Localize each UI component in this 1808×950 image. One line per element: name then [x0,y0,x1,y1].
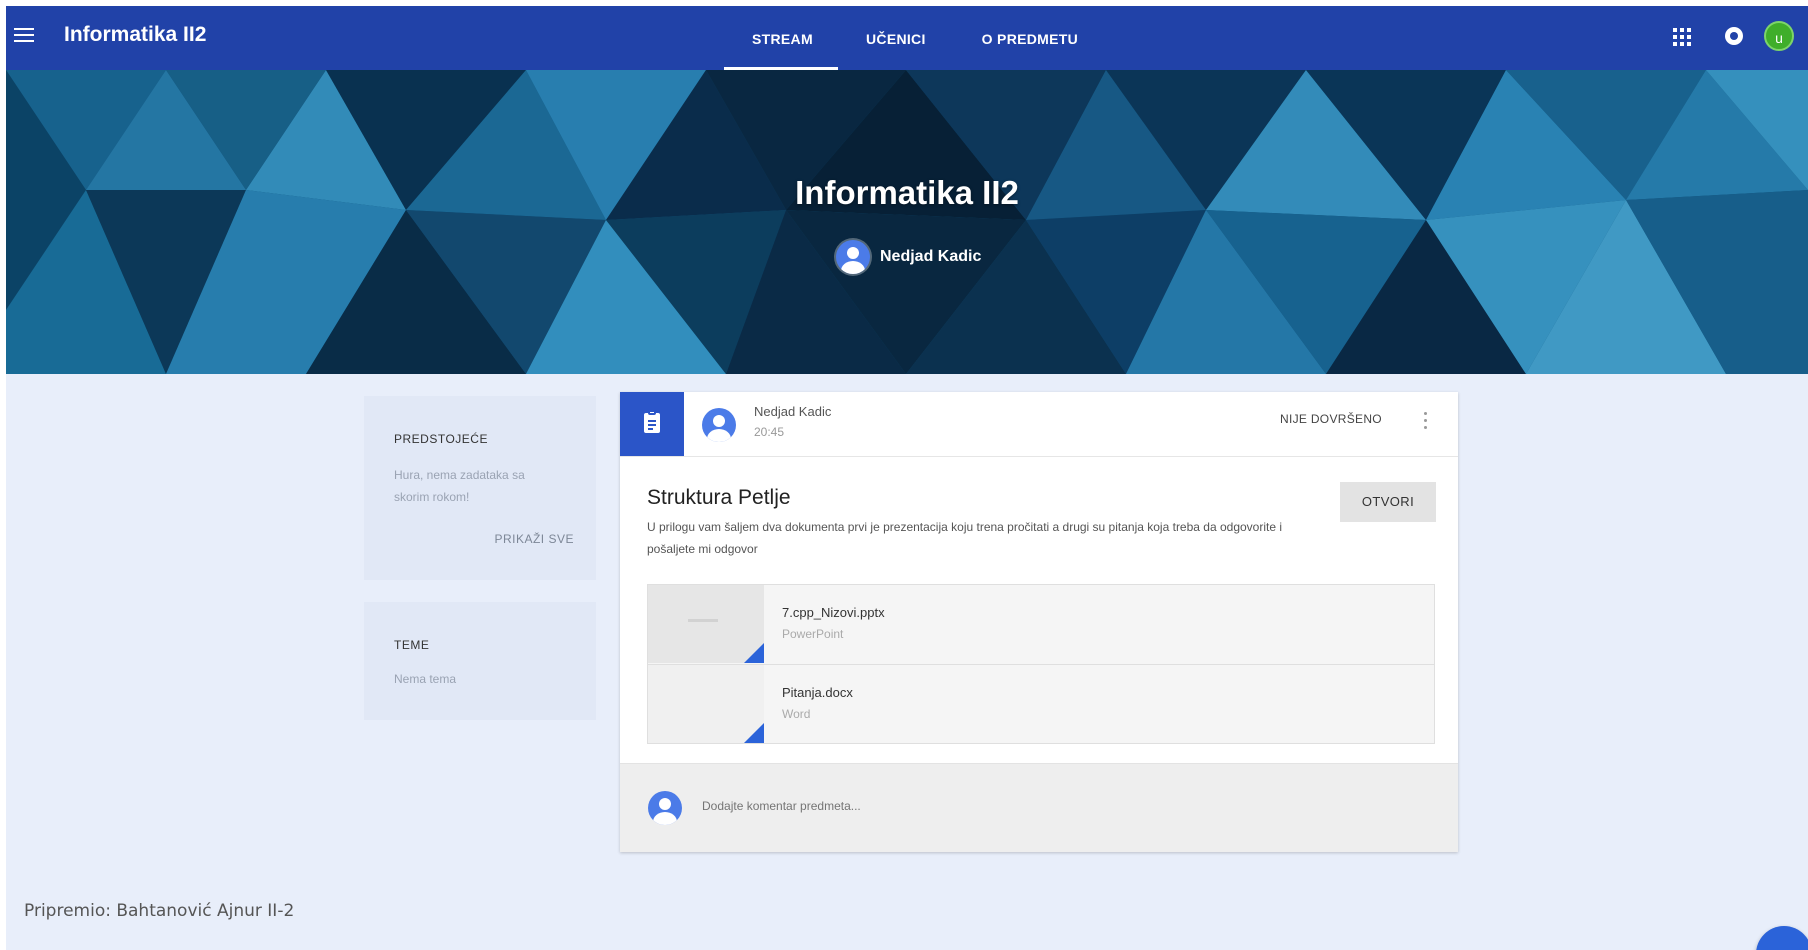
post-time: 20:45 [754,425,785,439]
banner-pattern [6,70,1808,374]
assignment-badge [620,392,684,456]
attachment-type: PowerPoint [782,627,844,641]
attachment-item[interactable]: 7.cpp_Nizovi.pptx PowerPoint [648,585,1434,663]
attachment-thumbnail [648,665,764,743]
attachment-name: 7.cpp_Nizovi.pptx [782,605,885,620]
post-author: Nedjad Kadic [754,404,832,419]
class-banner: Informatika II2 Nedjad Kadic [6,70,1808,374]
tab-stream[interactable]: STREAM [724,6,838,70]
attachment-name: Pitanja.docx [782,685,853,700]
assignment-post: Nedjad Kadic 20:45 NIJE DOVRŠENO Struktu… [620,392,1458,852]
show-all-link[interactable]: PRIKAŽI SVE [494,532,574,546]
divider [620,456,1458,457]
topics-empty-text: Nema tema [394,672,457,686]
comment-bar [620,763,1458,852]
teacher-chip[interactable]: Nedjad Kadic [836,240,981,274]
classroom-app: Informatika II2 STREAM UČENICI O PREDMET… [6,6,1808,950]
more-vert-icon[interactable] [1424,412,1428,432]
attachment-list: 7.cpp_Nizovi.pptx PowerPoint Pitanja.doc… [647,584,1435,744]
topics-card: TEME Nema tema [364,602,596,720]
upcoming-text-line1: Hura, nema zadataka sa [394,468,525,482]
user-avatar[interactable]: u [1764,21,1794,51]
teacher-avatar [836,240,870,274]
attachment-type: Word [782,707,811,721]
apps-grid-icon[interactable] [1673,28,1691,46]
tab-ucenici[interactable]: UČENICI [838,6,954,70]
powerpoint-corner-icon [744,643,764,663]
assignment-title: Struktura Petlje [647,486,791,509]
class-comment-input[interactable] [700,798,1104,814]
assignment-icon [644,410,660,433]
commenter-avatar [648,791,682,825]
footer-note: Pripremio: Bahtanović Ajnur II-2 [24,901,295,921]
upcoming-text-line2: skorim rokom! [394,490,470,504]
teacher-name: Nedjad Kadic [880,248,982,265]
word-corner-icon [744,723,764,743]
upcoming-heading: PREDSTOJEĆE [394,432,488,446]
assignment-description: U prilogu vam šaljem dva dokumenta prvi … [647,520,1283,556]
status-badge: NIJE DOVRŠENO [1280,412,1382,426]
attachment-item[interactable]: Pitanja.docx Word [648,664,1434,743]
attachment-thumbnail [648,585,764,663]
topics-heading: TEME [394,638,430,652]
app-title[interactable]: Informatika II2 [64,23,206,47]
author-avatar [702,408,736,442]
help-fab[interactable] [1756,926,1808,950]
class-title: Informatika II2 [795,174,1019,211]
upcoming-card: PREDSTOJEĆE Hura, nema zadataka sa skori… [364,396,596,580]
tab-bar: STREAM UČENICI O PREDMETU [724,6,1106,70]
top-app-bar: Informatika II2 STREAM UČENICI O PREDMET… [6,6,1808,70]
tab-o-predmetu[interactable]: O PREDMETU [954,6,1106,70]
hamburger-icon[interactable] [14,28,34,44]
notification-icon[interactable] [1725,27,1743,45]
open-button[interactable]: OTVORI [1340,482,1436,522]
